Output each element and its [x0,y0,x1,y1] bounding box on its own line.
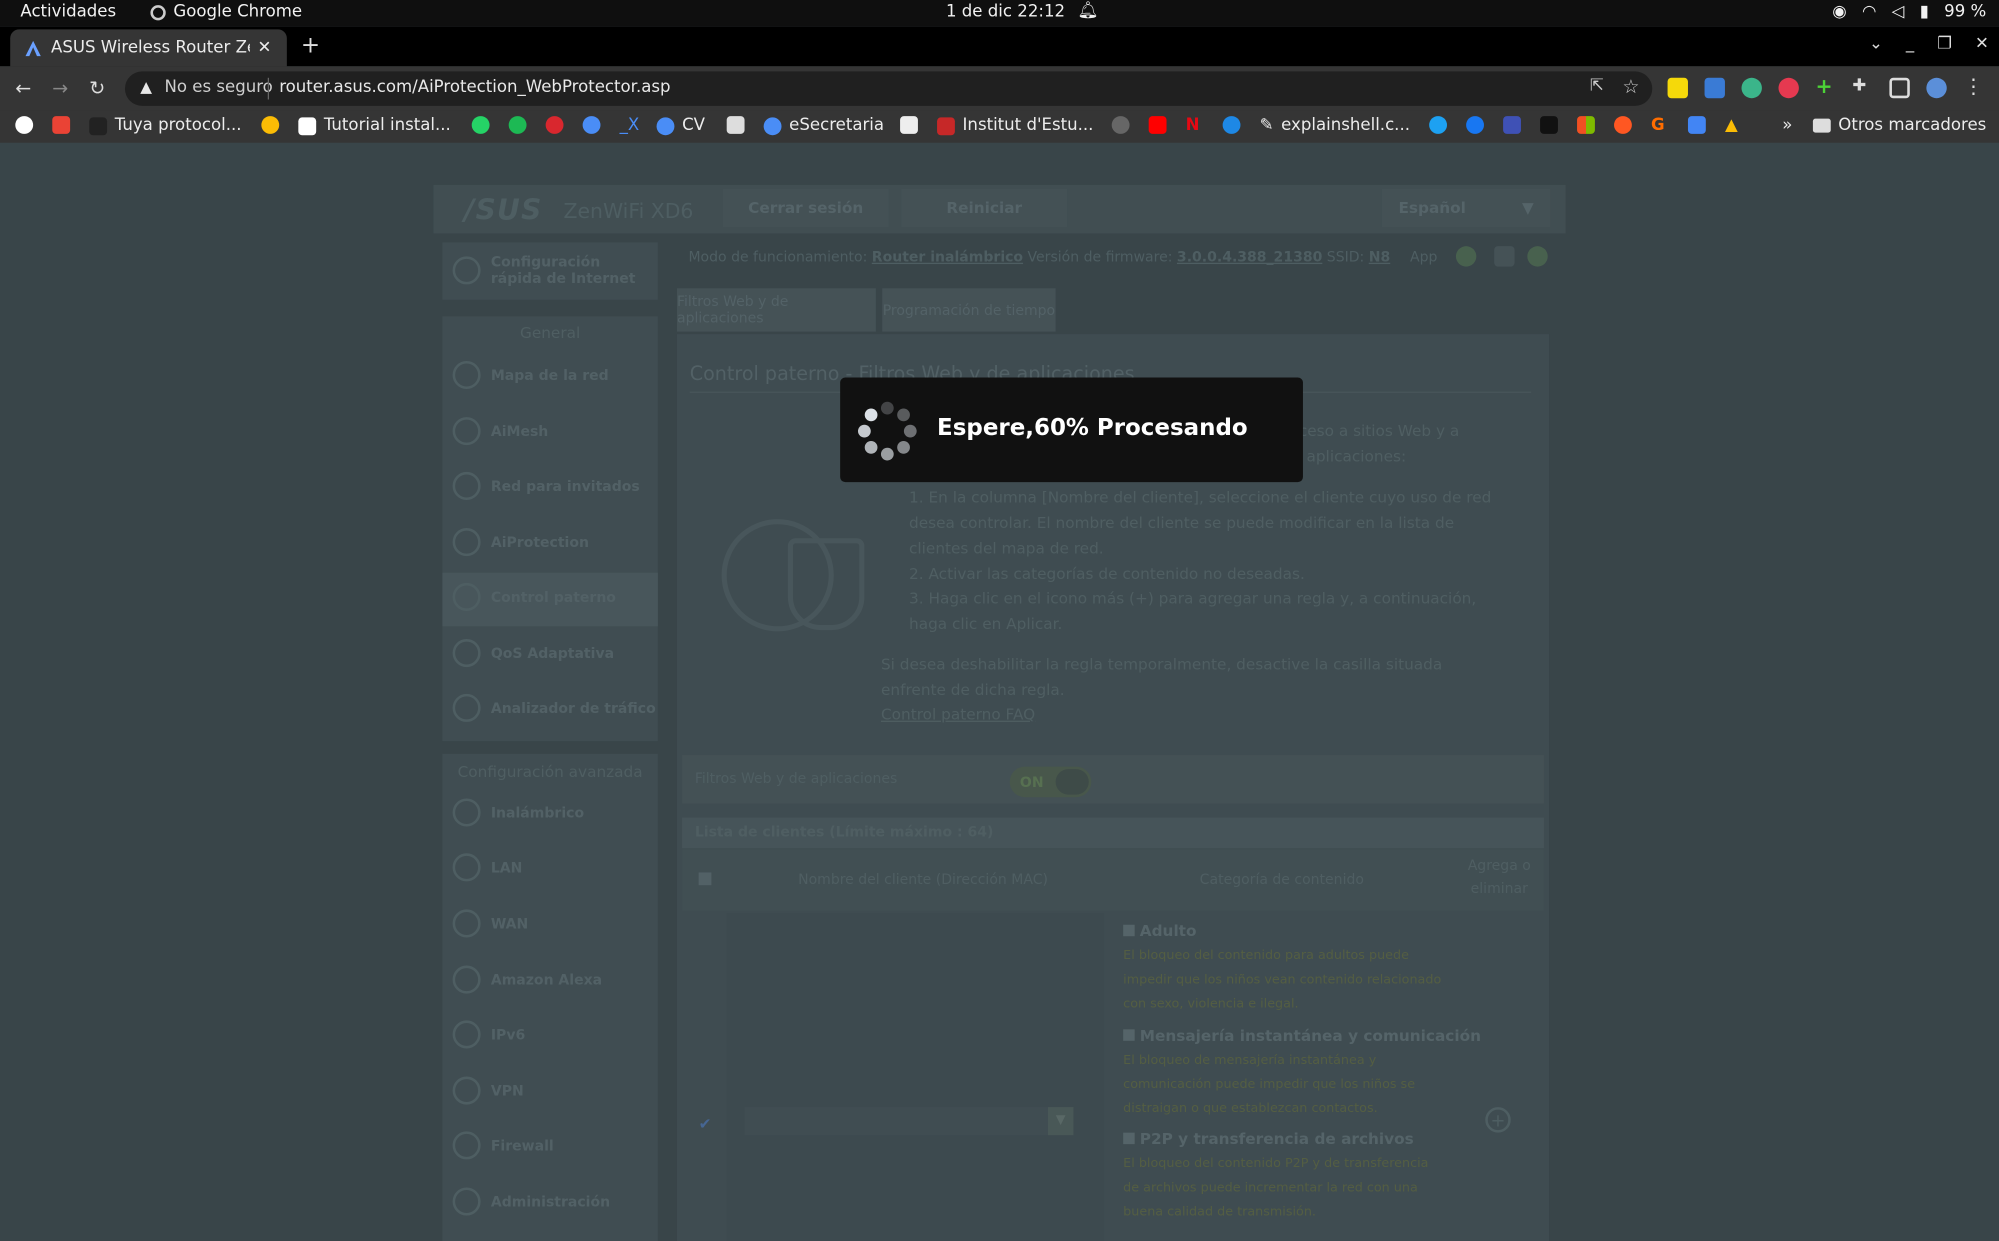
loading-message: Espere,60% Procesando [937,414,1248,442]
spinner-dot [880,447,894,461]
spinner-dot [897,440,910,454]
spinner-dot [858,424,871,438]
spinner-dot [864,408,878,422]
loading-spinner-icon [858,401,917,461]
spinner-dot [864,440,878,454]
loading-overlay [0,142,1999,1241]
spinner-dot [880,401,894,415]
spinner-dot [897,408,910,422]
spinner-dot [903,424,917,438]
